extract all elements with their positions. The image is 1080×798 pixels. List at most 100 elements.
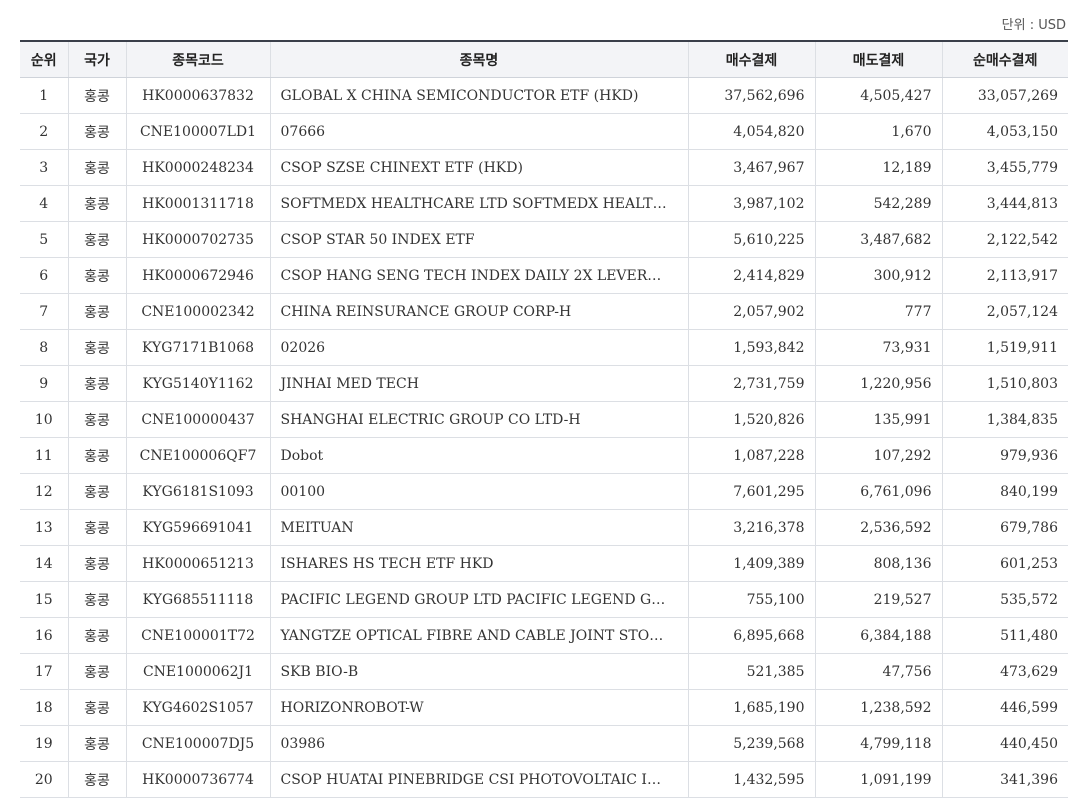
name-cell: SHANGHAI ELECTRIC GROUP CO LTD-H bbox=[269, 401, 688, 438]
name-cell: YANGTZE OPTICAL FIBRE AND CABLE JOINT ST… bbox=[269, 617, 688, 654]
code-cell: CNE100000437 bbox=[125, 401, 270, 438]
sell-cell: 1,220,956 bbox=[814, 365, 942, 402]
table-row: 10 홍콩 CNE100000437 SHANGHAI ELECTRIC GROUP … bbox=[20, 401, 1068, 438]
rank-cell: 6 bbox=[20, 257, 68, 294]
country-cell: 홍콩 bbox=[67, 401, 126, 438]
net-buy-cell: 341,396 bbox=[941, 761, 1068, 798]
country-cell: 홍콩 bbox=[67, 761, 126, 798]
name-cell: CSOP SZSE CHINEXT ETF (HKD) bbox=[269, 149, 688, 186]
name-cell: CSOP HUATAI PINEBRIDGE CSI PHOTOVOLTAIC … bbox=[269, 761, 688, 798]
code-cell: KYG7171B1068 bbox=[125, 329, 270, 366]
country-cell: 홍콩 bbox=[67, 725, 126, 762]
table-row: 7 홍콩 CNE100002342 CHINA REINSURANCE GROUP C… bbox=[20, 293, 1068, 330]
buy-cell: 1,087,228 bbox=[687, 437, 815, 474]
table-row: 17 홍콩 CNE1000062J1 SKB BIO-B 521,385 47,756 47… bbox=[20, 653, 1068, 690]
stock-settlement-table: 순위 국가 종목코드 종목명 매수결제 매도결제 순매수결제 1 홍콩 HK0000… bbox=[20, 40, 1068, 798]
net-buy-cell: 1,519,911 bbox=[941, 329, 1068, 366]
buy-cell: 1,593,842 bbox=[687, 329, 815, 366]
net-buy-cell: 511,480 bbox=[941, 617, 1068, 654]
buy-cell: 1,409,389 bbox=[687, 545, 815, 582]
code-cell: KYG4602S1057 bbox=[125, 689, 270, 726]
rank-cell: 15 bbox=[20, 581, 68, 618]
net-buy-cell: 840,199 bbox=[941, 473, 1068, 510]
net-buy-cell: 979,936 bbox=[941, 437, 1068, 474]
buy-cell: 1,520,826 bbox=[687, 401, 815, 438]
code-cell: HK0000702735 bbox=[125, 221, 270, 258]
name-cell: Dobot bbox=[269, 437, 688, 474]
name-cell: PACIFIC LEGEND GROUP LTD PACIFIC LEGEND … bbox=[269, 581, 688, 618]
rank-cell: 5 bbox=[20, 221, 68, 258]
buy-cell: 2,731,759 bbox=[687, 365, 815, 402]
sell-cell: 4,799,118 bbox=[814, 725, 942, 762]
net-buy-cell: 4,053,150 bbox=[941, 113, 1068, 150]
name-cell: 07666 bbox=[269, 113, 688, 150]
sell-cell: 2,536,592 bbox=[814, 509, 942, 546]
rank-cell: 20 bbox=[20, 761, 68, 798]
country-cell: 홍콩 bbox=[67, 221, 126, 258]
buy-cell: 1,432,595 bbox=[687, 761, 815, 798]
name-cell: CHINA REINSURANCE GROUP CORP-H bbox=[269, 293, 688, 330]
buy-cell: 1,685,190 bbox=[687, 689, 815, 726]
name-cell: MEITUAN bbox=[269, 509, 688, 546]
table-row: 15 홍콩 KYG685511118 PACIFIC LEGEND GROUP LTD… bbox=[20, 581, 1068, 618]
country-cell: 홍콩 bbox=[67, 437, 126, 474]
code-cell: KYG6181S1093 bbox=[125, 473, 270, 510]
net-buy-cell: 2,057,124 bbox=[941, 293, 1068, 330]
name-cell: JINHAI MED TECH bbox=[269, 365, 688, 402]
code-cell: CNE100006QF7 bbox=[125, 437, 270, 474]
unit-label: 단위 : USD bbox=[1001, 18, 1066, 33]
country-cell: 홍콩 bbox=[67, 581, 126, 618]
net-buy-cell: 2,113,917 bbox=[941, 257, 1068, 294]
column-header-code: 종목코드 bbox=[125, 40, 270, 78]
code-cell: CNE100007DJ5 bbox=[125, 725, 270, 762]
name-cell: 03986 bbox=[269, 725, 688, 762]
sell-cell: 219,527 bbox=[814, 581, 942, 618]
rank-cell: 17 bbox=[20, 653, 68, 690]
net-buy-cell: 3,444,813 bbox=[941, 185, 1068, 222]
sell-cell: 12,189 bbox=[814, 149, 942, 186]
buy-cell: 2,414,829 bbox=[687, 257, 815, 294]
code-cell: HK0000672946 bbox=[125, 257, 270, 294]
rank-cell: 10 bbox=[20, 401, 68, 438]
column-header-buy: 매수결제 bbox=[687, 40, 815, 78]
sell-cell: 4,505,427 bbox=[814, 77, 942, 114]
code-cell: CNE1000062J1 bbox=[125, 653, 270, 690]
country-cell: 홍콩 bbox=[67, 509, 126, 546]
table-row: 20 홍콩 HK0000736774 CSOP HUATAI PINEBRIDGE C… bbox=[20, 761, 1068, 798]
rank-cell: 2 bbox=[20, 113, 68, 150]
net-buy-cell: 1,510,803 bbox=[941, 365, 1068, 402]
buy-cell: 521,385 bbox=[687, 653, 815, 690]
table-row: 1 홍콩 HK0000637832 GLOBAL X CHINA SEMICONDUC… bbox=[20, 77, 1068, 114]
table-row: 4 홍콩 HK0001311718 SOFTMEDX HEALTHCARE LTD S… bbox=[20, 185, 1068, 222]
net-buy-cell: 1,384,835 bbox=[941, 401, 1068, 438]
rank-cell: 11 bbox=[20, 437, 68, 474]
buy-cell: 755,100 bbox=[687, 581, 815, 618]
net-buy-cell: 535,572 bbox=[941, 581, 1068, 618]
code-cell: CNE100007LD1 bbox=[125, 113, 270, 150]
table-row: 11 홍콩 CNE100006QF7 Dobot 1,087,228 107,292 979… bbox=[20, 437, 1068, 474]
code-cell: CNE100001T72 bbox=[125, 617, 270, 654]
table-header-row: 순위 국가 종목코드 종목명 매수결제 매도결제 순매수결제 bbox=[20, 40, 1068, 78]
table-row: 13 홍콩 KYG596691041 MEITUAN 3,216,378 2,536,59… bbox=[20, 509, 1068, 546]
code-cell: HK0000651213 bbox=[125, 545, 270, 582]
table-row: 12 홍콩 KYG6181S1093 00100 7,601,295 6,761,096 8… bbox=[20, 473, 1068, 510]
buy-cell: 7,601,295 bbox=[687, 473, 815, 510]
rank-cell: 13 bbox=[20, 509, 68, 546]
table-row: 2 홍콩 CNE100007LD1 07666 4,054,820 1,670 4,053,… bbox=[20, 113, 1068, 150]
country-cell: 홍콩 bbox=[67, 473, 126, 510]
code-cell: KYG596691041 bbox=[125, 509, 270, 546]
net-buy-cell: 33,057,269 bbox=[941, 77, 1068, 114]
table-row: 3 홍콩 HK0000248234 CSOP SZSE CHINEXT ETF (HK… bbox=[20, 149, 1068, 186]
rank-cell: 14 bbox=[20, 545, 68, 582]
country-cell: 홍콩 bbox=[67, 149, 126, 186]
code-cell: HK0001311718 bbox=[125, 185, 270, 222]
code-cell: HK0000248234 bbox=[125, 149, 270, 186]
country-cell: 홍콩 bbox=[67, 689, 126, 726]
rank-cell: 8 bbox=[20, 329, 68, 366]
name-cell: HORIZONROBOT-W bbox=[269, 689, 688, 726]
net-buy-cell: 3,455,779 bbox=[941, 149, 1068, 186]
code-cell: HK0000736774 bbox=[125, 761, 270, 798]
buy-cell: 3,216,378 bbox=[687, 509, 815, 546]
buy-cell: 6,895,668 bbox=[687, 617, 815, 654]
country-cell: 홍콩 bbox=[67, 329, 126, 366]
